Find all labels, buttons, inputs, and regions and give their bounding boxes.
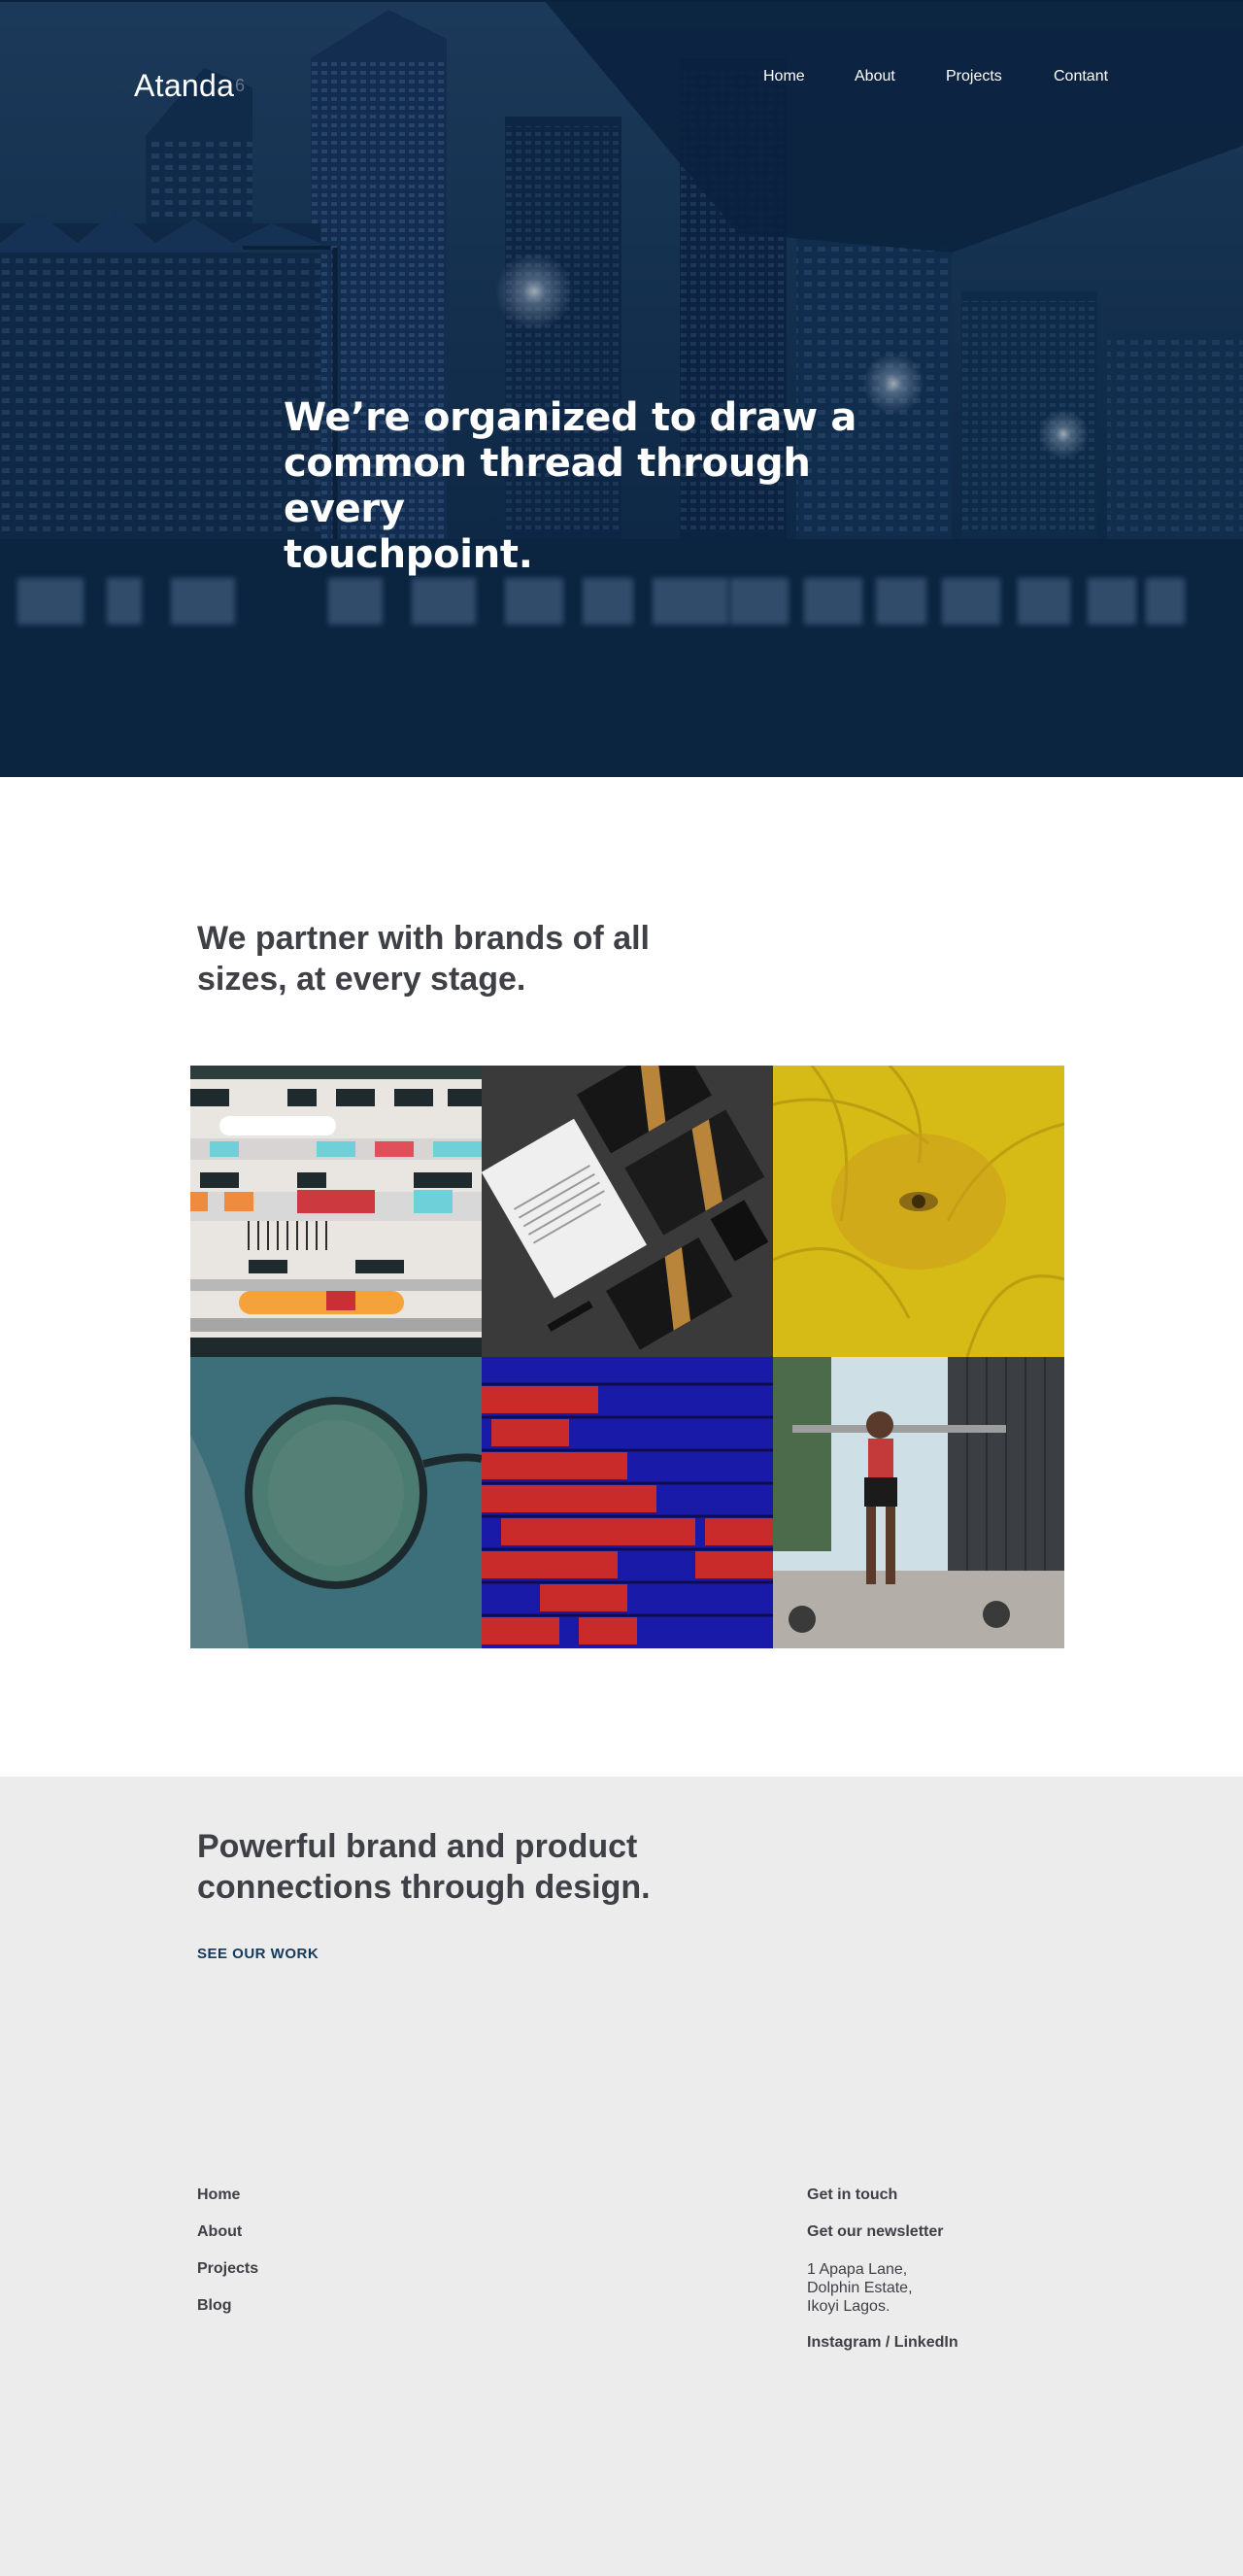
address-line: Ikoyi Lagos. (807, 2298, 890, 2315)
partner-heading-line: sizes, at every stage. (197, 961, 526, 998)
address: 1 Apapa Lane, Dolphin Estate, Ikoyi Lago… (807, 2260, 913, 2316)
hero-headline-line: We’re organized to draw a (284, 395, 857, 440)
tagline-heading: Powerful brand and product connections t… (197, 1826, 741, 1908)
footer-link-about[interactable]: About (197, 2223, 242, 2241)
nav-about[interactable]: About (855, 68, 895, 85)
nav-projects[interactable]: Projects (946, 68, 1002, 85)
partner-heading: We partner with brands of all sizes, at … (197, 918, 722, 1000)
black-gold-stationery-mockup-image[interactable] (482, 1066, 773, 1357)
nav-home[interactable]: Home (763, 68, 805, 85)
nav-contact[interactable]: Contant (1054, 68, 1108, 85)
red-blue-brick-wall-image[interactable] (482, 1357, 773, 1648)
newsletter-link[interactable]: Get our newsletter (807, 2223, 943, 2241)
hero-section: Atanda 6 Home About Projects Contant We’… (0, 0, 1243, 777)
address-line: Dolphin Estate, (807, 2280, 913, 2296)
project-gallery (190, 1066, 1064, 1648)
partner-section: We partner with brands of all sizes, at … (0, 777, 1243, 1777)
logo-mark: 6 (235, 76, 246, 95)
motion-blur-train (0, 578, 1243, 627)
footer-link-projects[interactable]: Projects (197, 2260, 258, 2278)
eyeglasses-in-hand-image[interactable] (190, 1357, 482, 1648)
hero-headline-line: touchpoint. (284, 532, 533, 577)
footer-link-blog[interactable]: Blog (197, 2297, 232, 2315)
hero-headline: We’re organized to draw a common thread … (284, 395, 944, 578)
tagline-line: Powerful brand and product (197, 1828, 638, 1865)
tagline-line: connections through design. (197, 1869, 651, 1906)
get-in-touch-link[interactable]: Get in touch (807, 2186, 897, 2204)
hero-headline-line: common thread through every (284, 441, 811, 531)
partner-heading-line: We partner with brands of all (197, 920, 650, 957)
weightlifter-outdoors-image[interactable] (773, 1357, 1064, 1648)
site-logo[interactable]: Atanda (134, 68, 234, 104)
address-line: 1 Apapa Lane, (807, 2261, 908, 2278)
yellow-fern-eye-image[interactable] (773, 1066, 1064, 1357)
social-links[interactable]: Instagram / LinkedIn (807, 2334, 958, 2352)
footer-link-home[interactable]: Home (197, 2186, 240, 2204)
see-our-work-link[interactable]: SEE OUR WORK (197, 1946, 319, 1962)
colorful-apartment-building-image[interactable] (190, 1066, 482, 1357)
